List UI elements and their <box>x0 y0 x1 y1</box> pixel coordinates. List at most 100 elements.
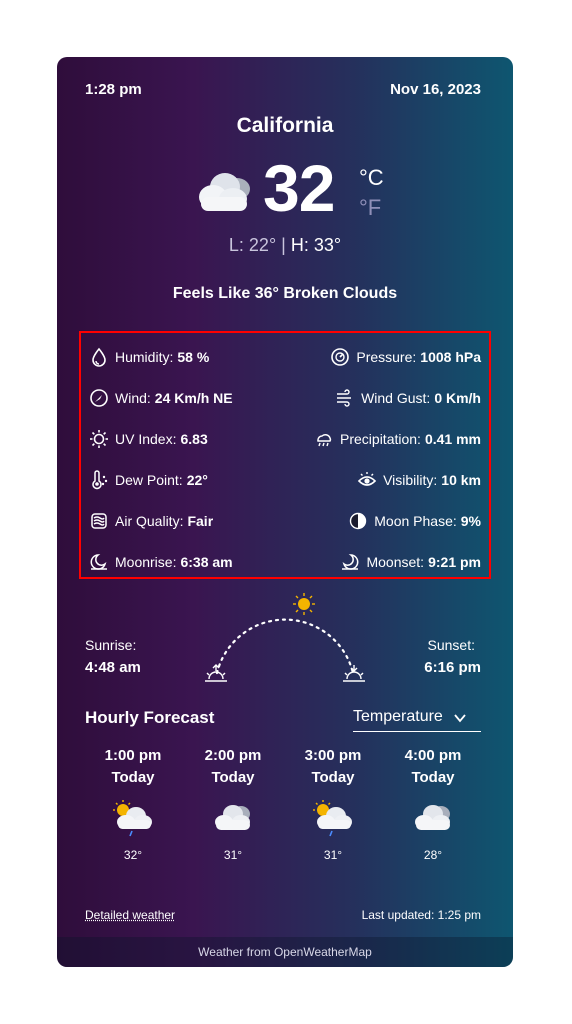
feels-like-summary: Feels Like 36° Broken Clouds <box>172 285 398 302</box>
current-time: 1:28 pm <box>85 81 142 98</box>
hourly-temp: 31° <box>323 848 343 862</box>
current-temperature: 32 <box>263 151 335 225</box>
moonset-label: Moonset: <box>366 554 425 570</box>
moonrise-icon <box>89 552 109 572</box>
fahrenheit-toggle[interactable]: °F <box>359 195 381 221</box>
celsius-toggle[interactable]: °C <box>359 165 384 191</box>
lohi-separator: | <box>281 235 286 255</box>
hourly-temp: 28° <box>423 848 443 862</box>
hourly-day: Today <box>211 769 255 786</box>
wind-gust-item: Wind Gust: 0 Km/h <box>335 388 481 408</box>
uv-index-value: 6.83 <box>180 431 208 447</box>
weather-details-panel: Humidity: 58 % Pressure: 1008 hPa Wind: … <box>79 331 491 579</box>
moon-phase-value: 9% <box>460 513 481 529</box>
pressure-gauge-icon <box>330 347 350 367</box>
sunset-icon <box>343 665 365 682</box>
detailed-weather-link[interactable]: Detailed weather <box>85 908 175 922</box>
dew-point-label: Dew Point: <box>115 472 183 488</box>
hourly-time: 4:00 pm <box>404 747 462 764</box>
hourly-time: 2:00 pm <box>204 747 262 764</box>
wind-gust-value: 0 Km/h <box>434 390 481 406</box>
thermometer-icon <box>89 470 109 490</box>
uv-index-label: UV Index: <box>115 431 177 447</box>
visibility-item: Visibility: 10 km <box>357 470 481 490</box>
city-name: California <box>236 114 334 137</box>
details-row-2: Wind: 24 Km/h NE Wind Gust: 0 Km/h <box>81 388 489 410</box>
hourly-time: 3:00 pm <box>304 747 362 764</box>
uv-index-item: UV Index: 6.83 <box>89 429 208 449</box>
wind-gust-icon <box>335 388 355 408</box>
sunset-label: Sunset: <box>427 637 475 653</box>
details-row-1: Humidity: 58 % Pressure: 1008 hPa <box>81 347 489 369</box>
humidity-value: 58 % <box>177 349 210 365</box>
visibility-value: 10 km <box>441 472 481 488</box>
clouds-icon <box>215 805 250 830</box>
moonrise-label: Moonrise: <box>115 554 177 570</box>
details-row-5: Air Quality: Fair Moon Phase: 9% <box>81 511 489 533</box>
wind-gust-label: Wind Gust: <box>361 390 431 406</box>
moonset-icon <box>340 552 360 572</box>
dew-point-value: 22° <box>186 472 208 488</box>
wind-label: Wind: <box>115 390 151 406</box>
wind-value: 24 Km/h NE <box>154 390 233 406</box>
humidity-label: Humidity: <box>115 349 174 365</box>
chevron-down-icon <box>454 714 466 723</box>
dew-point-item: Dew Point: 22° <box>89 470 208 490</box>
pressure-value: 1008 hPa <box>420 349 481 365</box>
air-quality-value: Fair <box>187 513 214 529</box>
hourly-time: 1:00 pm <box>104 747 162 764</box>
precipitation-label: Precipitation: <box>340 431 421 447</box>
hourly-item: 1:00 pm Today 32° <box>88 747 178 862</box>
high-temp: H: 33° <box>290 235 342 255</box>
weather-card: 1:28 pm Nov 16, 2023 California 32 °C °F… <box>57 57 513 967</box>
hourly-day: Today <box>111 769 155 786</box>
forecast-metric-select[interactable]: Temperature <box>353 708 481 732</box>
precipitation-value: 0.41 mm <box>424 431 481 447</box>
moonrise-item: Moonrise: 6:38 am <box>89 552 233 572</box>
moonset-item: Moonset: 9:21 pm <box>340 552 481 572</box>
air-quality-label: Air Quality: <box>115 513 184 529</box>
visibility-label: Visibility: <box>383 472 438 488</box>
pressure-label: Pressure: <box>356 349 417 365</box>
uv-sun-icon <box>89 429 109 449</box>
moonset-value: 9:21 pm <box>428 554 481 570</box>
data-source-footer[interactable]: Weather from OpenWeatherMap <box>57 937 513 967</box>
moon-phase-icon <box>348 511 368 531</box>
details-row-6: Moonrise: 6:38 am Moonset: 9:21 pm <box>81 552 489 574</box>
current-date: Nov 16, 2023 <box>390 81 481 98</box>
wind-item: Wind: 24 Km/h NE <box>89 388 233 408</box>
hourly-forecast-title: Hourly Forecast <box>85 708 215 727</box>
hourly-temp: 31° <box>223 848 243 862</box>
hourly-item: 4:00 pm Today 28° <box>388 747 478 862</box>
moon-phase-label: Moon Phase: <box>374 513 457 529</box>
forecast-metric-value: Temperature <box>353 708 443 725</box>
humidity-drop-icon <box>89 347 109 367</box>
hourly-temp: 32° <box>123 848 143 862</box>
last-updated: Last updated: 1:25 pm <box>361 908 481 922</box>
low-temp: L: 22° <box>228 235 277 255</box>
sunset-time: 6:16 pm <box>424 659 481 676</box>
hourly-item: 2:00 pm Today 31° <box>188 747 278 862</box>
hourly-day: Today <box>311 769 355 786</box>
sun-cloud-rain-icon <box>113 800 152 837</box>
details-row-3: UV Index: 6.83 Precipitation: 0.41 mm <box>81 429 489 451</box>
sun-cloud-rain-icon <box>313 800 352 837</box>
eye-icon <box>357 470 377 490</box>
air-quality-item: Air Quality: Fair <box>89 511 213 531</box>
broken-clouds-icon <box>199 173 250 211</box>
wind-compass-icon <box>89 388 109 408</box>
moon-phase-item: Moon Phase: 9% <box>348 511 481 531</box>
details-row-4: Dew Point: 22° Visibility: 10 km <box>81 470 489 492</box>
precipitation-item: Precipitation: 0.41 mm <box>314 429 481 449</box>
clouds-icon <box>415 805 450 830</box>
hourly-day: Today <box>411 769 455 786</box>
hourly-item: 3:00 pm Today 31° <box>288 747 378 862</box>
low-high-temperature: L: 22° | H: 33° <box>57 235 513 256</box>
sun-position-icon <box>293 593 315 615</box>
humidity-item: Humidity: 58 % <box>89 347 209 367</box>
sunrise-label: Sunrise: <box>85 637 137 653</box>
moonrise-value: 6:38 am <box>180 554 233 570</box>
air-quality-icon <box>89 511 109 531</box>
rain-cloud-icon <box>314 429 334 449</box>
sunrise-time: 4:48 am <box>85 659 141 676</box>
